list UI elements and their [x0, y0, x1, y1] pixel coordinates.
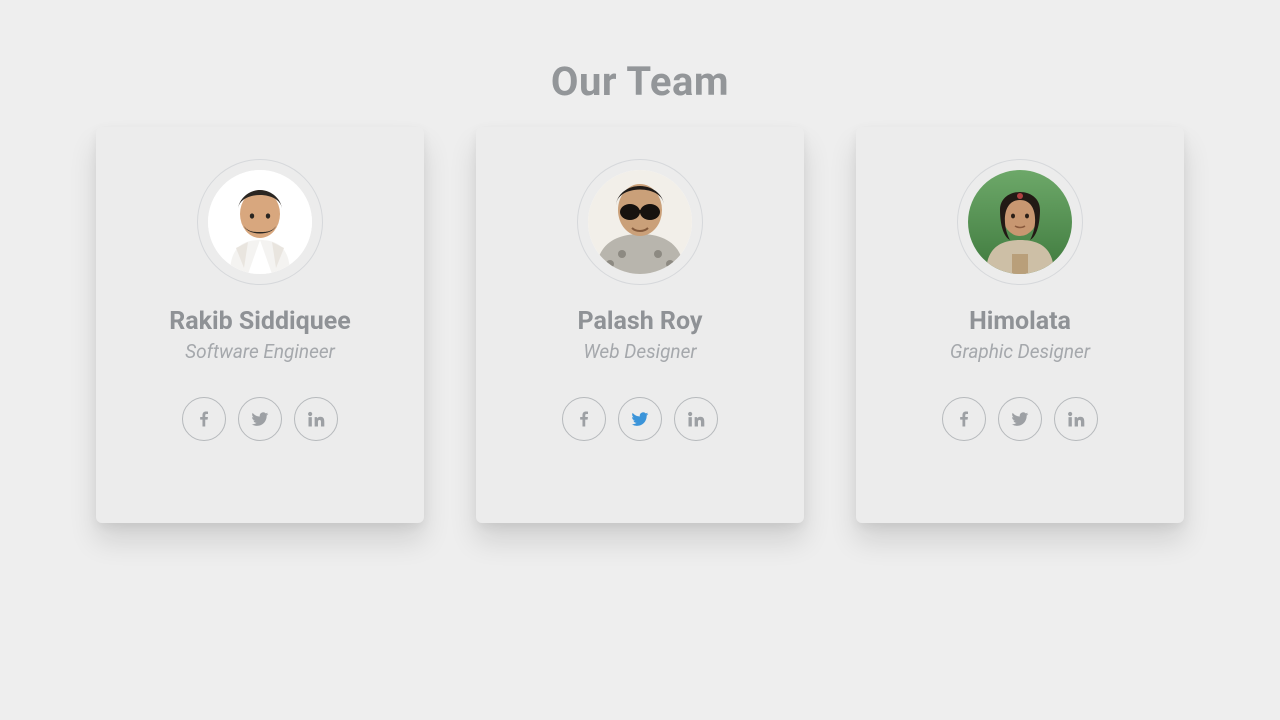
member-role: Software Engineer — [185, 340, 335, 363]
avatar — [968, 170, 1072, 274]
member-name: Palash Roy — [578, 307, 703, 336]
facebook-icon[interactable] — [562, 397, 606, 441]
social-links — [562, 397, 718, 441]
team-card: Rakib Siddiquee Software Engineer — [96, 127, 424, 523]
facebook-icon[interactable] — [942, 397, 986, 441]
member-name: Himolata — [969, 307, 1071, 336]
avatar-ring — [957, 159, 1083, 285]
linkedin-icon[interactable] — [674, 397, 718, 441]
avatar — [208, 170, 312, 274]
team-card: Himolata Graphic Designer — [856, 127, 1184, 523]
linkedin-icon[interactable] — [1054, 397, 1098, 441]
twitter-icon[interactable] — [618, 397, 662, 441]
facebook-icon[interactable] — [182, 397, 226, 441]
twitter-icon[interactable] — [238, 397, 282, 441]
avatar — [588, 170, 692, 274]
avatar-ring — [577, 159, 703, 285]
page-title: Our Team — [0, 58, 1280, 105]
social-links — [942, 397, 1098, 441]
avatar-ring — [197, 159, 323, 285]
social-links — [182, 397, 338, 441]
member-name: Rakib Siddiquee — [169, 307, 351, 336]
member-role: Web Designer — [583, 340, 696, 363]
team-card: Palash Roy Web Designer — [476, 127, 804, 523]
team-cards: Rakib Siddiquee Software Engineer — [0, 127, 1280, 523]
linkedin-icon[interactable] — [294, 397, 338, 441]
twitter-icon[interactable] — [998, 397, 1042, 441]
member-role: Graphic Designer — [950, 340, 1090, 363]
